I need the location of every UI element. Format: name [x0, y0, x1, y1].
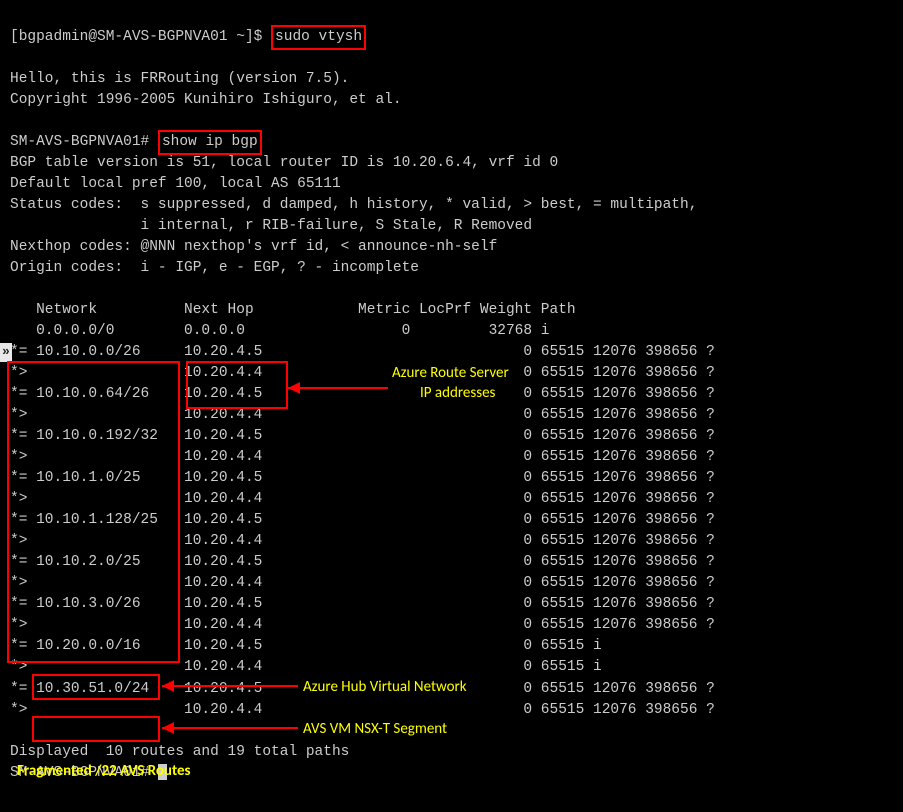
annot-hub-vnet: Azure Hub Virtual Network — [303, 678, 467, 697]
frr-prompt: SM-AVS-BGPNVA01# — [10, 134, 158, 150]
table-row: *= 10.10.0.0/26 10.20.4.5 0 65515 12076 … — [10, 344, 715, 360]
bgp-table-version: BGP table version is 51, local router ID… — [10, 155, 558, 171]
table-row: *= 10.10.1.128/25 10.20.4.5 0 65515 1207… — [10, 512, 715, 528]
table-row: *= 10.10.0.192/32 10.20.4.5 0 65515 1207… — [10, 428, 715, 444]
table-row: *> 10.20.4.4 0 65515 12076 398656 ? — [10, 449, 715, 465]
table-row: *> 10.20.4.4 0 65515 12076 398656 ? — [10, 617, 715, 633]
table-row: *= 10.10.1.0/25 10.20.4.5 0 65515 12076 … — [10, 470, 715, 486]
annot-route-server-l2: IP addresses — [420, 384, 495, 403]
table-row: *> 10.20.4.4 0 65515 12076 398656 ? — [10, 575, 715, 591]
table-row: *= 10.10.3.0/26 10.20.4.5 0 65515 12076 … — [10, 596, 715, 612]
status-codes-2: i internal, r RIB-failure, S Stale, R Re… — [10, 218, 532, 234]
table-row: *> 10.20.4.4 0 65515 12076 398656 ? — [10, 491, 715, 507]
table-row: 0.0.0.0/0 0.0.0.0 0 32768 i — [10, 323, 550, 339]
table-row: *> 10.20.4.4 0 65515 12076 398656 ? — [10, 702, 715, 718]
annot-nsxt: AVS VM NSX-T Segment — [303, 720, 447, 739]
table-row: *> 10.20.4.4 0 65515 12076 398656 ? — [10, 407, 715, 423]
table-row: *> 10.20.4.4 0 65515 12076 398656 ? — [10, 365, 715, 381]
status-codes-1: Status codes: s suppressed, d damped, h … — [10, 197, 697, 213]
chevrons-icon: » — [0, 343, 12, 362]
cmd-sudo-vtysh: sudo vtysh — [271, 25, 366, 50]
annot-route-server-l1: Azure Route Server — [392, 364, 509, 383]
annot-fragmented: Fragmented /22 AVS Routes — [17, 762, 191, 781]
table-row: *= 10.20.0.0/16 10.20.4.5 0 65515 i — [10, 638, 602, 654]
origin-codes: Origin codes: i - IGP, e - EGP, ? - inco… — [10, 260, 419, 276]
frr-banner-2: Copyright 1996-2005 Kunihiro Ishiguro, e… — [10, 92, 402, 108]
table-row: *= 10.10.2.0/25 10.20.4.5 0 65515 12076 … — [10, 554, 715, 570]
table-row: *= 10.10.0.64/26 10.20.4.5 0 65515 12076… — [10, 386, 715, 402]
table-row: *> 10.20.4.4 0 65515 i — [10, 659, 602, 675]
frr-banner-1: Hello, this is FRRouting (version 7.5). — [10, 71, 349, 87]
shell-prompt: [bgpadmin@SM-AVS-BGPNVA01 ~]$ — [10, 29, 271, 45]
cmd-show-ip-bgp: show ip bgp — [158, 130, 262, 155]
bgp-default-pref: Default local pref 100, local AS 65111 — [10, 176, 341, 192]
terminal-output[interactable]: [bgpadmin@SM-AVS-BGPNVA01 ~]$ sudo vtysh… — [10, 6, 715, 784]
bgp-header: Network Next Hop Metric LocPrf Weight Pa… — [10, 302, 576, 318]
nexthop-codes: Nexthop codes: @NNN nexthop's vrf id, < … — [10, 239, 497, 255]
table-row: *> 10.20.4.4 0 65515 12076 398656 ? — [10, 533, 715, 549]
displayed-line: Displayed 10 routes and 19 total paths — [10, 744, 349, 760]
